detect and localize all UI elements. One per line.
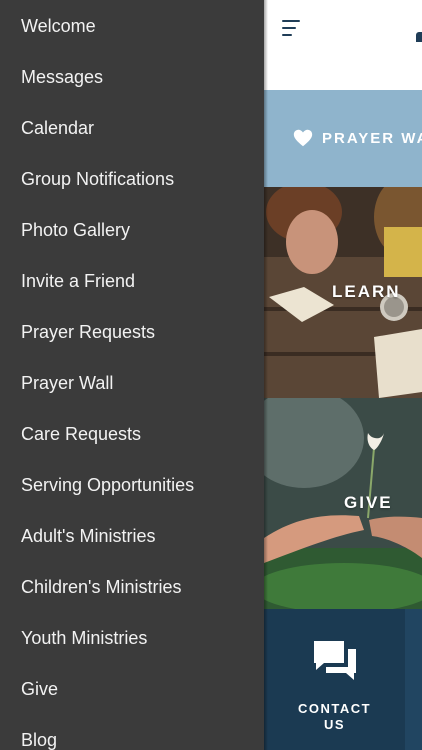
drawer-item-adults-ministries[interactable]: Adult's Ministries [21,511,155,562]
give-label: GIVE [344,493,393,512]
drawer-item-prayer-wall[interactable]: Prayer Wall [21,358,113,409]
learn-tile[interactable]: LEARN [264,187,422,398]
contact-us-tile[interactable]: CONTACT US [264,609,405,750]
drawer-item-calendar[interactable]: Calendar [21,103,94,154]
drawer-item-care-requests[interactable]: Care Requests [21,409,141,460]
contact-label-line2: US [323,717,346,732]
chat-icon [314,641,356,680]
heart-icon [293,129,313,147]
drawer-item-give[interactable]: Give [21,664,58,715]
main-content: PRAYER WA LEARN GIVE CONTACT US [264,0,422,750]
drawer-item-welcome[interactable]: Welcome [21,1,96,52]
drawer-item-group-notifications[interactable]: Group Notifications [21,154,174,205]
drawer-item-youth-ministries[interactable]: Youth Ministries [21,613,147,664]
drawer-item-messages[interactable]: Messages [21,52,103,103]
next-tile-edge[interactable] [405,609,422,750]
logo [416,32,422,42]
top-bar [264,0,422,90]
prayer-wall-label: PRAYER WA [322,130,422,147]
drawer-item-blog[interactable]: Blog [21,715,57,750]
drawer-item-prayer-requests[interactable]: Prayer Requests [21,307,155,358]
drawer-item-photo-gallery[interactable]: Photo Gallery [21,205,130,256]
learn-label: LEARN [332,282,401,301]
drawer-item-invite-a-friend[interactable]: Invite a Friend [21,256,135,307]
drawer-shadow [264,0,268,750]
menu-icon[interactable] [282,20,300,38]
drawer-item-serving-opportunities[interactable]: Serving Opportunities [21,460,194,511]
give-tile[interactable]: GIVE [264,398,422,609]
drawer-item-childrens-ministries[interactable]: Children's Ministries [21,562,181,613]
prayer-wall-tile[interactable]: PRAYER WA [264,90,422,187]
give-photo [264,398,422,609]
navigation-drawer: Welcome Messages Calendar Group Notifica… [0,0,264,750]
contact-label-line1: CONTACT [297,701,372,716]
